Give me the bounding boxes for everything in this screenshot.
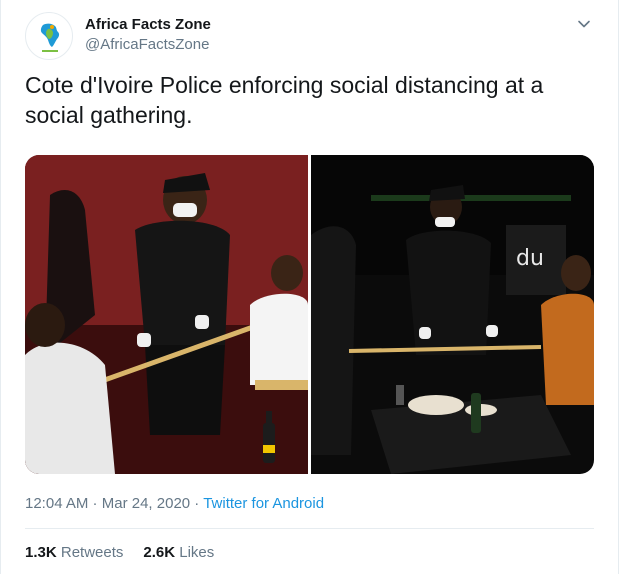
graffiti-text: du xyxy=(516,246,544,271)
account-handle[interactable]: @AfricaFactsZone xyxy=(85,35,211,55)
chevron-down-icon xyxy=(578,20,590,28)
tweet-menu-button[interactable] xyxy=(574,14,594,34)
tweet-time[interactable]: 12:04 AM xyxy=(25,495,88,512)
divider xyxy=(25,528,594,529)
photo-police-outdoor: du xyxy=(311,155,594,474)
africa-map-logo-icon xyxy=(40,23,60,52)
tweet-header: Africa Facts Zone @AfricaFactsZone xyxy=(25,12,594,64)
likes-count: 2.6K xyxy=(143,544,176,561)
retweets-stat[interactable]: 1.3K Retweets xyxy=(25,543,123,563)
meta-separator: · xyxy=(190,495,204,512)
tweet-media: du xyxy=(25,155,594,474)
photo-police-indoor xyxy=(25,155,308,474)
tweet-source-link[interactable]: Twitter for Android xyxy=(203,495,324,512)
meta-separator: · xyxy=(88,495,102,512)
tweet-meta: 12:04 AM · Mar 24, 2020 · Twitter for An… xyxy=(25,494,324,514)
tweet-text: Cote d'Ivoire Police enforcing social di… xyxy=(25,72,544,128)
media-photo-1[interactable] xyxy=(25,155,308,474)
tweet-card: Africa Facts Zone @AfricaFactsZone Cote … xyxy=(0,0,619,574)
avatar[interactable] xyxy=(25,12,73,60)
likes-stat[interactable]: 2.6K Likes xyxy=(143,543,214,563)
likes-label: Likes xyxy=(179,544,215,561)
tweet-stats: 1.3K Retweets 2.6K Likes xyxy=(25,543,214,563)
display-name[interactable]: Africa Facts Zone xyxy=(85,15,211,35)
retweets-count: 1.3K xyxy=(25,544,57,561)
media-photo-2[interactable]: du xyxy=(311,155,594,474)
account-names: Africa Facts Zone @AfricaFactsZone xyxy=(85,15,211,55)
tweet-date[interactable]: Mar 24, 2020 xyxy=(102,495,190,512)
retweets-label: Retweets xyxy=(60,544,124,561)
